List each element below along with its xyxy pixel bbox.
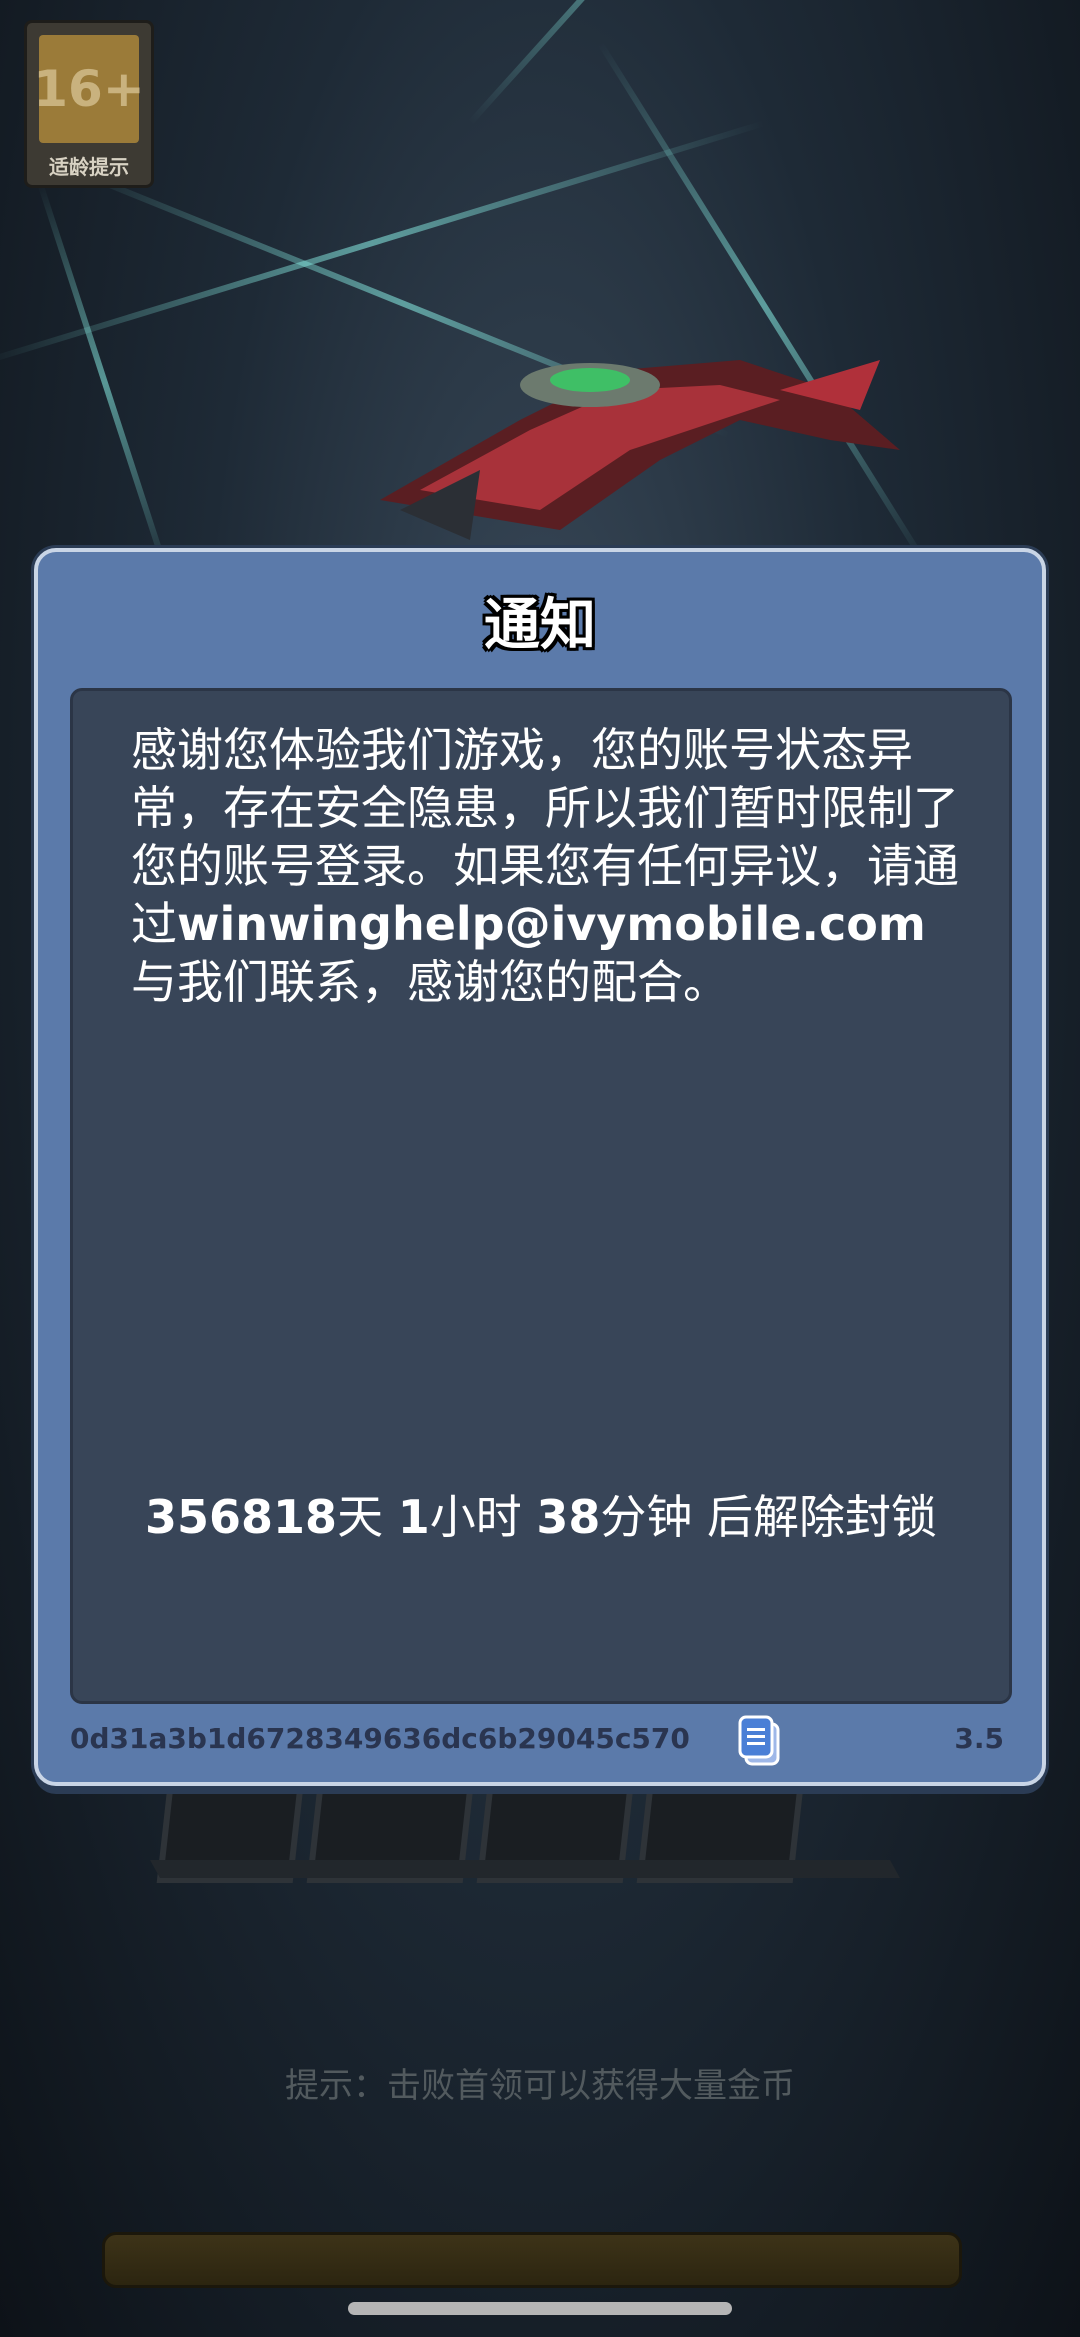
unblock-countdown: 356818天 1小时 38分钟 后解除封锁 <box>73 1481 1009 1547</box>
countdown-suffix: 后解除封锁 <box>706 1490 937 1544</box>
notice-message: 感谢您体验我们游戏，您的账号状态异常，存在安全隐患，所以我们暂时限制了您的账号登… <box>131 721 961 1011</box>
spaceship-artwork <box>380 360 900 540</box>
age-rating-value: 16+ <box>33 35 145 143</box>
loading-hint-text: 提示：击败首领可以获得大量金币 <box>285 2066 795 2106</box>
countdown-hours: 1 <box>397 1490 430 1544</box>
home-indicator[interactable] <box>348 2302 732 2315</box>
notice-message-closing: 与我们联系，感谢您的配合。 <box>131 955 729 1009</box>
countdown-minutes: 38 <box>536 1490 601 1544</box>
version-label: 3.5 <box>954 1722 1004 1755</box>
countdown-minutes-unit: 分钟 <box>600 1490 693 1544</box>
loading-progress-bar <box>102 2232 962 2288</box>
age-rating-badge: 16+ 适龄提示 <box>24 20 154 188</box>
dialog-title: 通知 <box>484 593 596 658</box>
device-id: 0d31a3b1d6728349636dc6b29045c570 <box>70 1722 690 1755</box>
age-rating-caption: 适龄提示 <box>49 155 129 179</box>
countdown-days-unit: 天 <box>337 1490 384 1544</box>
support-email: winwinghelp@ivymobile.com <box>177 897 926 951</box>
countdown-days: 356818 <box>145 1490 338 1544</box>
dialog-body: 感谢您体验我们游戏，您的账号状态异常，存在安全隐患，所以我们暂时限制了您的账号登… <box>70 688 1012 1704</box>
copy-id-button[interactable] <box>736 1714 784 1768</box>
countdown-hours-unit: 小时 <box>429 1490 522 1544</box>
dialog-footer: 0d31a3b1d6728349636dc6b29045c570 3.5 <box>70 1714 1010 1766</box>
light-beam-decoration <box>467 0 821 126</box>
light-beam-decoration <box>37 182 173 584</box>
notice-dialog: 通知 感谢您体验我们游戏，您的账号状态异常，存在安全隐患，所以我们暂时限制了您的… <box>34 548 1046 1786</box>
copy-document-icon <box>738 1715 780 1766</box>
game-screen: 16+ 适龄提示 提示：击败首领可以获得大量金币 通知 感谢您体验我们游戏，您的… <box>0 0 1080 2337</box>
